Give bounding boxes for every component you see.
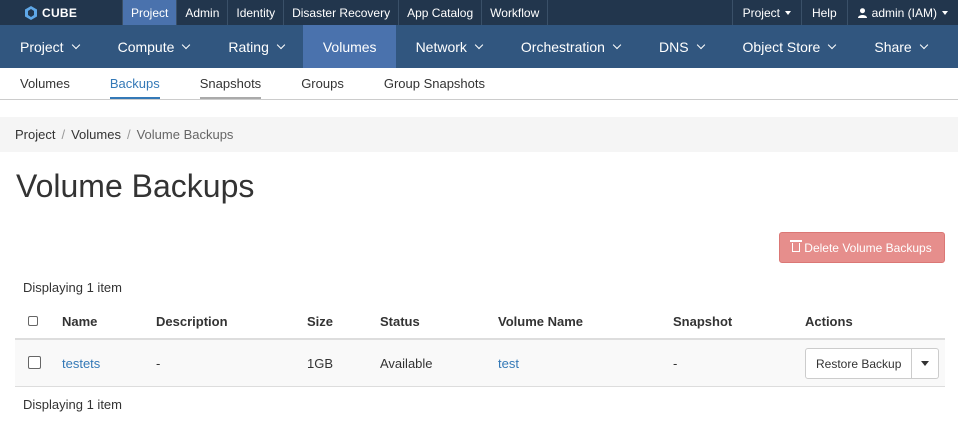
backup-size: 1GB — [307, 356, 334, 371]
project-nav: Project Compute Rating Volumes Network O… — [0, 25, 958, 68]
caret-down-icon — [921, 361, 930, 366]
nav-label: Object Store — [742, 38, 821, 55]
caret-down-icon — [942, 10, 948, 15]
delete-volume-backups-button[interactable]: Delete Volume Backups — [779, 232, 945, 263]
row-actions-dropdown[interactable] — [912, 348, 940, 379]
topnav-app-catalog[interactable]: App Catalog — [399, 0, 483, 25]
row-actions: Restore Backup — [805, 348, 940, 379]
chevron-down-icon — [276, 40, 286, 49]
topnav-disaster-recovery[interactable]: Disaster Recovery — [284, 0, 400, 25]
topnav-workflow[interactable]: Workflow — [482, 0, 549, 25]
nav-label: Orchestration — [520, 38, 605, 55]
backup-status: Available — [380, 356, 433, 371]
chevron-down-icon — [612, 40, 622, 49]
nav-network[interactable]: Network — [396, 25, 501, 68]
tab-group-snapshots[interactable]: Group Snapshots — [384, 68, 485, 99]
chevron-down-icon — [919, 40, 928, 49]
header-description[interactable]: Description — [156, 314, 228, 329]
nav-project[interactable]: Project — [0, 25, 98, 68]
nav-share[interactable]: Share — [854, 25, 945, 68]
backups-table: Name Description Size Status Volume Name… — [15, 304, 945, 387]
trash-icon — [790, 240, 803, 252]
nav-dns[interactable]: DNS — [639, 25, 723, 68]
topnav-project[interactable]: Project — [123, 0, 178, 25]
header-name[interactable]: Name — [62, 314, 97, 329]
top-navbar: CUBE Project Admin Identity Disaster Rec… — [0, 0, 958, 25]
row-checkbox[interactable] — [28, 356, 41, 369]
tab-groups[interactable]: Groups — [301, 68, 344, 99]
breadcrumb-current: Volume Backups — [136, 127, 234, 142]
user-menu[interactable]: admin (IAM) — [846, 0, 958, 25]
volume-name-link[interactable]: test — [498, 356, 519, 371]
chevron-down-icon — [71, 40, 80, 49]
chevron-down-icon — [696, 40, 705, 49]
nav-object-store[interactable]: Object Store — [723, 25, 855, 68]
nav-label: Volumes — [322, 38, 377, 55]
item-count-bottom: Displaying 1 item — [23, 397, 122, 412]
header-size[interactable]: Size — [307, 314, 333, 329]
project-dropdown[interactable]: Project — [731, 0, 801, 25]
volume-tabs: Volumes Backups Snapshots Groups Group S… — [0, 68, 958, 100]
topnav-admin[interactable]: Admin — [177, 0, 229, 25]
top-right-menu: Project Help admin (IAM) — [731, 0, 958, 25]
backup-snapshot: - — [673, 356, 678, 371]
table-header: Name Description Size Status Volume Name… — [15, 304, 945, 340]
nav-label: Share — [874, 38, 912, 55]
item-count-top: Displaying 1 item — [23, 280, 122, 295]
delete-button-label: Delete Volume Backups — [804, 240, 932, 255]
user-menu-label: admin (IAM) — [871, 5, 937, 20]
nav-orchestration[interactable]: Orchestration — [501, 25, 639, 68]
nav-compute[interactable]: Compute — [98, 25, 209, 68]
page-title: Volume Backups — [16, 168, 255, 204]
nav-label: Project — [20, 38, 64, 55]
brand-name: CUBE — [42, 5, 78, 20]
breadcrumb-separator: / — [126, 127, 131, 142]
chevron-down-icon — [828, 40, 837, 49]
brand-logo[interactable]: CUBE — [0, 0, 122, 25]
restore-backup-button[interactable]: Restore Backup — [805, 348, 913, 379]
breadcrumb-separator: / — [61, 127, 66, 142]
nav-rating[interactable]: Rating — [208, 25, 302, 68]
help-link[interactable]: Help — [800, 0, 847, 25]
user-icon — [857, 7, 867, 18]
header-snapshot[interactable]: Snapshot — [673, 314, 732, 329]
nav-volumes[interactable]: Volumes — [302, 25, 396, 68]
topnav-identity[interactable]: Identity — [228, 0, 285, 25]
nav-label: Network — [415, 38, 467, 55]
header-actions: Actions — [805, 314, 853, 329]
breadcrumb-volumes[interactable]: Volumes — [71, 127, 121, 142]
header-volume-name[interactable]: Volume Name — [498, 314, 583, 329]
breadcrumb-project[interactable]: Project — [15, 127, 55, 142]
top-nav: Project Admin Identity Disaster Recovery… — [122, 0, 549, 25]
select-all-checkbox[interactable] — [28, 316, 38, 326]
backup-name-link[interactable]: testets — [62, 356, 100, 371]
tab-backups[interactable]: Backups — [109, 68, 160, 99]
cube-logo-icon — [25, 5, 37, 20]
tab-volumes[interactable]: Volumes — [20, 68, 70, 99]
table-row: testets - 1GB Available test - Restore B… — [15, 340, 945, 387]
backup-description: - — [156, 356, 161, 371]
tab-snapshots[interactable]: Snapshots — [199, 68, 262, 99]
project-dropdown-label: Project — [742, 5, 780, 20]
chevron-down-icon — [182, 40, 191, 49]
header-status[interactable]: Status — [380, 314, 420, 329]
nav-label: DNS — [658, 38, 689, 55]
chevron-down-icon — [474, 40, 484, 49]
nav-label: Rating — [228, 38, 269, 55]
caret-down-icon — [784, 10, 791, 15]
nav-label: Compute — [117, 38, 175, 55]
breadcrumb: Project / Volumes / Volume Backups — [0, 117, 958, 152]
